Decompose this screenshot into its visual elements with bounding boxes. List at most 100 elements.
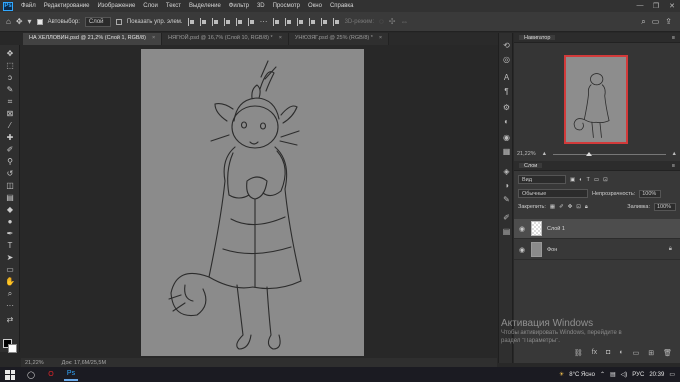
restore-button[interactable]: ❐ xyxy=(648,2,664,10)
frame-tool-icon[interactable]: ⊠ xyxy=(4,109,16,118)
panel-menu-icon[interactable]: ≡ xyxy=(672,163,675,169)
network-icon[interactable]: ▤ xyxy=(610,371,616,378)
menu-help[interactable]: Справка xyxy=(326,3,358,9)
menu-window[interactable]: Окно xyxy=(304,3,326,9)
distribute-left-icon[interactable] xyxy=(272,17,280,26)
close-icon[interactable]: × xyxy=(152,35,155,43)
move-tool-icon[interactable]: ✥ xyxy=(16,17,23,26)
dodge-tool-icon[interactable]: ● xyxy=(4,217,16,226)
doc-info[interactable]: Док: 17,6M/25,5M xyxy=(62,360,106,366)
home-icon[interactable]: ⌂ xyxy=(6,17,11,26)
lock-pixels-icon[interactable]: ▦ xyxy=(550,204,555,210)
new-layer-icon[interactable]: ⊞ xyxy=(648,349,654,361)
properties-icon[interactable]: ⚙ xyxy=(502,103,511,112)
chevron-down-icon[interactable]: ▾ xyxy=(28,17,32,26)
filter-pixel-icon[interactable]: ▣ xyxy=(570,177,575,183)
zoom-out-icon[interactable]: ▲ xyxy=(542,151,547,157)
fill-input[interactable]: 100% xyxy=(654,203,676,211)
fx-icon[interactable]: fx xyxy=(592,349,597,361)
menu-edit[interactable]: Редактирование xyxy=(40,3,94,9)
more-options-icon[interactable]: ··· xyxy=(260,17,268,26)
align-top-icon[interactable] xyxy=(223,17,231,26)
character-icon[interactable]: A xyxy=(502,73,511,82)
panel-menu-icon[interactable]: ≡ xyxy=(672,35,675,41)
layer-filter-dropdown[interactable]: Вид xyxy=(518,175,566,184)
lock-position-icon[interactable]: ✥ xyxy=(568,204,573,210)
autoselect-checkbox[interactable] xyxy=(36,18,43,25)
menu-3d[interactable]: 3D xyxy=(253,3,269,9)
group-icon[interactable]: ▭ xyxy=(633,349,640,361)
navigator-tab[interactable]: Навигатор xyxy=(519,35,556,41)
search-icon[interactable]: ⌕ xyxy=(641,17,645,27)
distribute-middle-icon[interactable] xyxy=(320,17,328,26)
layer-row[interactable]: ◉ Слой 1 xyxy=(514,219,680,239)
channels-icon[interactable]: ◑ xyxy=(502,181,511,190)
paragraph-icon[interactable]: ¶ xyxy=(502,87,511,96)
blend-mode-dropdown[interactable]: Обычные xyxy=(518,189,588,198)
opacity-input[interactable]: 100% xyxy=(639,189,662,198)
search-icon[interactable]: ◯ xyxy=(24,368,38,381)
notifications-icon[interactable]: ▭ xyxy=(669,371,675,378)
zoom-in-icon[interactable]: ▲ xyxy=(672,151,677,157)
paths-icon[interactable]: ✎ xyxy=(502,195,511,204)
volume-icon[interactable]: ◁) xyxy=(621,371,628,378)
eraser-tool-icon[interactable]: ◫ xyxy=(4,181,16,190)
weather-text[interactable]: 8°C Ясно xyxy=(569,372,595,378)
tab-halloween[interactable]: НА ХЕЛЛОВИН.psd @ 21,2% (Слой 1, RGB/8) … xyxy=(23,33,163,45)
clock[interactable]: 20:39 xyxy=(649,372,664,378)
close-icon[interactable]: × xyxy=(279,35,282,43)
layer-row[interactable]: ◉ Фон 🔒︎ xyxy=(514,240,680,260)
lock-brush-icon[interactable]: ✐ xyxy=(559,204,564,210)
adjustment-layer-icon[interactable]: ◐ xyxy=(619,349,623,361)
close-icon[interactable]: × xyxy=(379,35,382,43)
align-vcenter-icon[interactable] xyxy=(235,17,243,26)
shape-tool-icon[interactable]: ▭ xyxy=(4,265,16,274)
layer-name[interactable]: Фон xyxy=(547,247,557,253)
color-icon[interactable]: ◉ xyxy=(502,133,511,142)
zoom-level[interactable]: 21,22% xyxy=(25,360,44,366)
trash-icon[interactable]: 🗑︎ xyxy=(663,349,672,361)
weather-icon[interactable]: ☀ xyxy=(559,371,564,378)
autoselect-dropdown[interactable]: Слой xyxy=(84,16,111,27)
zoom-tool-icon[interactable]: ⌕ xyxy=(4,289,16,298)
share-icon[interactable]: ⇪ xyxy=(665,17,672,27)
menu-layers[interactable]: Слои xyxy=(139,3,162,9)
windows-start-icon[interactable] xyxy=(5,369,15,380)
tray-arrow-icon[interactable]: ⌃ xyxy=(600,371,605,378)
3d-slide-icon[interactable]: ⇔ xyxy=(400,17,408,26)
align-right-icon[interactable] xyxy=(211,17,219,26)
navigator-preview[interactable] xyxy=(564,55,628,144)
lock-artboard-icon[interactable]: ⊡ xyxy=(576,204,581,210)
path-select-tool-icon[interactable]: ➤ xyxy=(4,253,16,262)
brushes-icon[interactable]: ✐ xyxy=(502,213,511,222)
move-tool-icon[interactable]: ✥ xyxy=(4,49,16,58)
pen-tool-icon[interactable]: ✒ xyxy=(4,229,16,238)
photoshop-taskbar-icon[interactable]: Ps xyxy=(64,368,78,381)
add-mask-icon[interactable]: ◘ xyxy=(606,349,610,361)
lasso-tool-icon[interactable]: ↄ xyxy=(4,73,16,82)
eyedropper-tool-icon[interactable]: ⁄ xyxy=(4,121,16,130)
menu-filter[interactable]: Фильтр xyxy=(225,3,253,9)
filter-type-icon[interactable]: T xyxy=(587,177,590,183)
quick-select-tool-icon[interactable]: ✎ xyxy=(4,85,16,94)
crop-tool-icon[interactable]: ⌗ xyxy=(4,97,16,106)
distribute-top-icon[interactable] xyxy=(308,17,316,26)
link-layers-icon[interactable]: ⛓ xyxy=(574,349,583,361)
menu-image[interactable]: Изображение xyxy=(93,3,139,9)
brush-tool-icon[interactable]: ✐ xyxy=(4,145,16,154)
navigator-zoom-value[interactable]: 21,22% xyxy=(517,151,536,157)
language-indicator[interactable]: РУС xyxy=(632,372,644,378)
swatches-icon[interactable]: ▦ xyxy=(502,147,511,156)
history-brush-icon[interactable]: ↺ xyxy=(4,169,16,178)
adjustments-icon[interactable]: ◐ xyxy=(502,117,511,126)
blur-tool-icon[interactable]: ◆ xyxy=(4,205,16,214)
minimize-button[interactable]: — xyxy=(632,2,648,10)
filter-adjust-icon[interactable]: ◐ xyxy=(579,177,582,183)
menu-text[interactable]: Текст xyxy=(162,3,185,9)
libraries-icon[interactable]: ▤ xyxy=(502,227,511,236)
close-window-button[interactable]: ✕ xyxy=(664,2,680,10)
marquee-tool-icon[interactable]: ⬚ xyxy=(4,61,16,70)
layer-name[interactable]: Слой 1 xyxy=(547,226,565,232)
show-controls-checkbox[interactable] xyxy=(115,18,122,25)
background-color-swatch[interactable] xyxy=(8,344,17,353)
